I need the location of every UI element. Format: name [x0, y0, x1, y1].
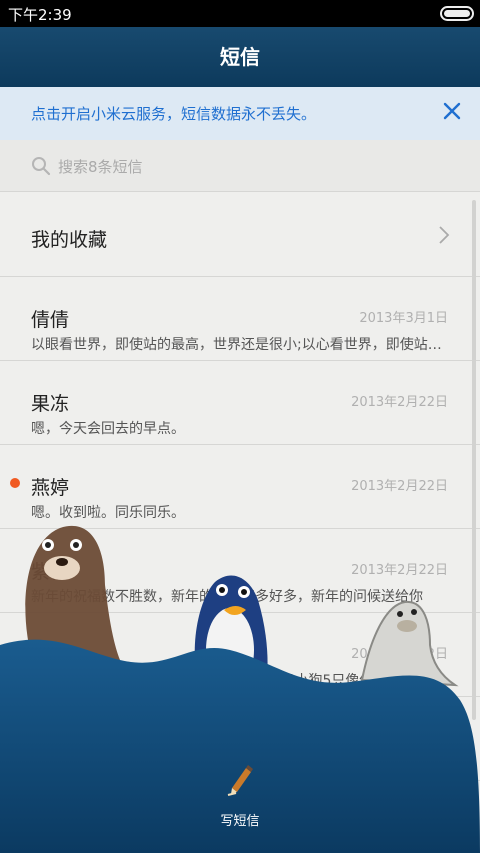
contact-name: 紫楠	[31, 561, 70, 583]
unread-indicator	[10, 478, 20, 488]
contact-name: 子玲	[31, 645, 70, 667]
favorites-row[interactable]: 我的收藏	[0, 193, 480, 277]
message-snippet: 新年的祝福数不胜数，新年的期望好多好多，新年的问候送给你	[31, 589, 423, 605]
compose-label[interactable]: 写短信	[200, 810, 280, 829]
compose-button[interactable]: 写短信	[200, 762, 280, 837]
list-item[interactable]: 果冻 2013年2月22日 嗯，今天会回去的早点。	[0, 361, 480, 445]
status-bar: 下午2:39	[0, 0, 480, 27]
contact-name: 果冻	[31, 393, 70, 415]
pencil-icon	[227, 765, 253, 796]
search-input[interactable]: 搜索8条短信	[58, 156, 143, 177]
favorites-label: 我的收藏	[31, 229, 108, 251]
message-date: 2013年2月22日	[351, 729, 448, 744]
banner-text[interactable]: 点击开启小米云服务，短信数据永不丢失。	[31, 103, 316, 124]
list-item[interactable]: 倩倩 2013年3月1日 以眼看世界，即使站的最高，世界还是很小;以心看世界，即…	[0, 277, 480, 361]
page-title: 短信	[220, 45, 260, 69]
title-bar: 短信	[0, 27, 480, 87]
cloud-service-banner[interactable]: 点击开启小米云服务，短信数据永不丢失。	[0, 87, 480, 140]
message-date: 2013年2月22日	[351, 563, 448, 578]
list-item[interactable]: 燕婷 2013年2月22日 嗯。收到啦。同乐同乐。	[0, 445, 480, 529]
message-snippet: 以眼看世界，即使站的最高，世界还是很小;以心看世界，即使站的最低，世界也很大	[31, 337, 446, 353]
contact-name: 倩倩	[31, 309, 70, 331]
thread-list: 我的收藏 倩倩 2013年3月1日 以眼看世界，即使站的最高，世界还是很小;以心…	[0, 193, 480, 781]
chevron-right-icon	[439, 226, 450, 244]
close-icon[interactable]	[440, 99, 464, 123]
message-snippet: 嗯，今天会回去的早点。	[31, 421, 185, 437]
list-item[interactable]: 子玲 2013年2月22日 10分想念9别的你，8张照片7张是你，6只小狗5只像…	[0, 613, 480, 697]
contact-name: 雅娜	[31, 725, 70, 747]
battery-icon	[440, 6, 474, 21]
message-snippet: 10分想念9别的你，8张照片7张是你，6只小狗5只像你，4	[31, 673, 397, 689]
scrollbar[interactable]	[472, 200, 476, 720]
list-item[interactable]: 紫楠 2013年2月22日 新年的祝福数不胜数，新年的期望好多好多，新年的问候送…	[0, 529, 480, 613]
status-time: 下午2:39	[8, 6, 72, 24]
search-bar[interactable]: 搜索8条短信	[0, 140, 480, 192]
message-date: 2013年2月22日	[351, 479, 448, 494]
message-date: 2013年3月1日	[359, 311, 448, 326]
message-date: 2013年2月22日	[351, 395, 448, 410]
message-snippet: 嗯。收到啦。同乐同乐。	[31, 505, 185, 521]
search-icon	[32, 157, 51, 176]
contact-name: 燕婷	[31, 477, 70, 499]
message-date: 2013年2月22日	[351, 647, 448, 662]
